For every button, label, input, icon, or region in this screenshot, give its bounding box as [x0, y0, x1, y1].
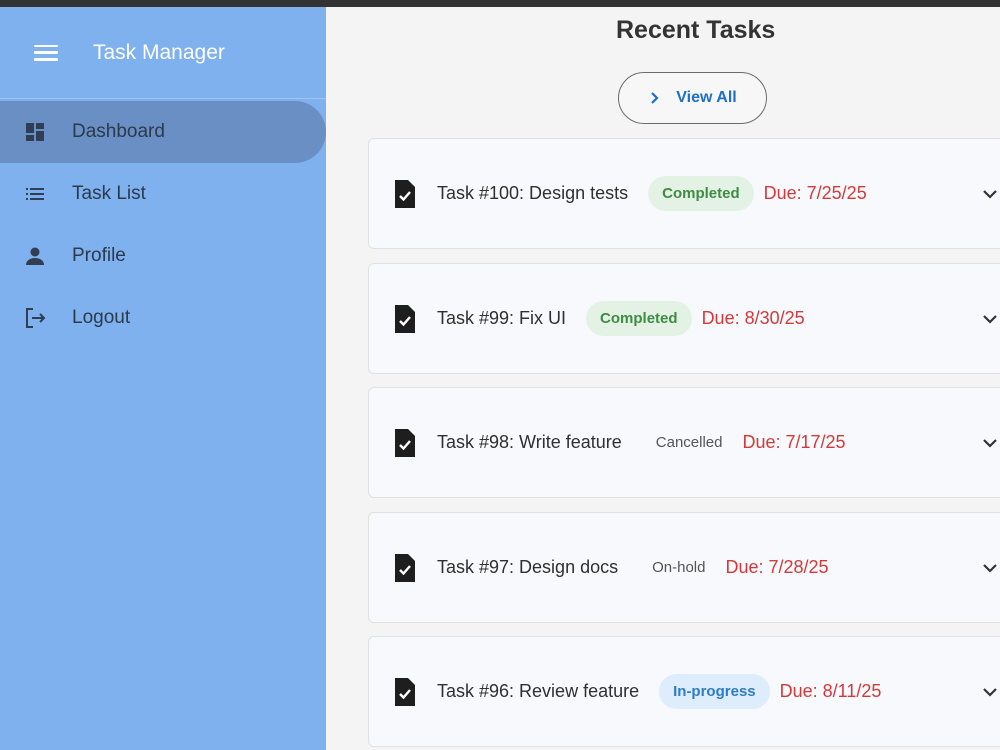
chevron-right-icon: [648, 91, 662, 105]
due-date: Due: 8/11/25: [779, 681, 882, 701]
task-document-check-icon: [393, 428, 417, 457]
task-card[interactable]: Task #100: Design tests Completed Due: 7…: [368, 138, 1000, 249]
task-title: Task #98: Write feature: [437, 432, 622, 452]
task-title: Task #100: Design tests: [437, 183, 629, 203]
due-date: Due: 7/25/25: [763, 183, 867, 203]
page-title: Recent Tasks: [616, 16, 776, 44]
task-card[interactable]: Task #97: Design docs On-hold Due: 7/28/…: [368, 512, 1000, 623]
due-date: Due: 7/28/25: [725, 557, 829, 577]
sidebar-nav: Dashboard Task List Profile Logout: [0, 101, 326, 349]
sidebar: Task Manager Dashboard Task List Profile…: [0, 7, 326, 750]
person-icon: [23, 244, 47, 268]
task-title: Task #96: Review feature: [437, 681, 640, 701]
chevron-down-icon[interactable]: [981, 559, 999, 577]
view-all-button[interactable]: View All: [618, 72, 767, 124]
task-card[interactable]: Task #99: Fix UI Completed Due: 8/30/25: [368, 263, 1000, 374]
task-row: Task #98: Write feature Cancelled Due: 7…: [437, 425, 846, 460]
task-title: Task #97: Design docs: [437, 557, 619, 577]
task-card[interactable]: Task #98: Write feature Cancelled Due: 7…: [368, 387, 1000, 498]
sidebar-item-label: Dashboard: [72, 121, 165, 142]
task-document-check-icon: [393, 179, 417, 208]
status-badge: In-progress: [659, 674, 770, 709]
status-badge: On-hold: [652, 559, 706, 576]
chevron-down-icon[interactable]: [981, 185, 999, 203]
chevron-down-icon[interactable]: [981, 434, 999, 452]
sidebar-item-task-list[interactable]: Task List: [0, 163, 326, 225]
chevron-down-icon[interactable]: [981, 683, 999, 701]
sidebar-item-label: Profile: [72, 245, 126, 266]
dashboard-icon: [23, 120, 47, 144]
task-row: Task #99: Fix UI Completed Due: 8/30/25: [437, 301, 805, 336]
sidebar-item-label: Task List: [72, 183, 146, 204]
sidebar-header: Task Manager: [0, 7, 326, 99]
sidebar-item-logout[interactable]: Logout: [0, 287, 326, 349]
list-icon: [23, 182, 47, 206]
view-all-label: View All: [676, 89, 737, 106]
due-date: Due: 7/17/25: [742, 432, 846, 452]
task-title: Task #99: Fix UI: [437, 308, 567, 328]
sidebar-item-dashboard[interactable]: Dashboard: [0, 101, 326, 163]
task-row: Task #96: Review feature In-progress Due…: [437, 674, 881, 709]
main-content: Recent Tasks View All Task #100: Design …: [326, 7, 1000, 750]
task-document-check-icon: [393, 677, 417, 706]
sidebar-item-profile[interactable]: Profile: [0, 225, 326, 287]
status-badge: Completed: [648, 176, 754, 211]
task-row: Task #97: Design docs On-hold Due: 7/28/…: [437, 550, 829, 585]
task-document-check-icon: [393, 304, 417, 333]
sidebar-item-label: Logout: [72, 307, 131, 328]
task-card[interactable]: Task #96: Review feature In-progress Due…: [368, 636, 1000, 747]
task-row: Task #100: Design tests Completed Due: 7…: [437, 176, 867, 211]
due-date: Due: 8/30/25: [701, 308, 805, 328]
logout-icon: [23, 306, 47, 330]
chevron-down-icon[interactable]: [981, 310, 999, 328]
status-badge: Cancelled: [655, 434, 723, 451]
status-badge: Completed: [586, 301, 692, 336]
window-top-bar: [0, 0, 1000, 7]
app-title: Task Manager: [93, 40, 225, 64]
task-document-check-icon: [393, 553, 417, 582]
hamburger-menu-icon[interactable]: [34, 44, 58, 62]
